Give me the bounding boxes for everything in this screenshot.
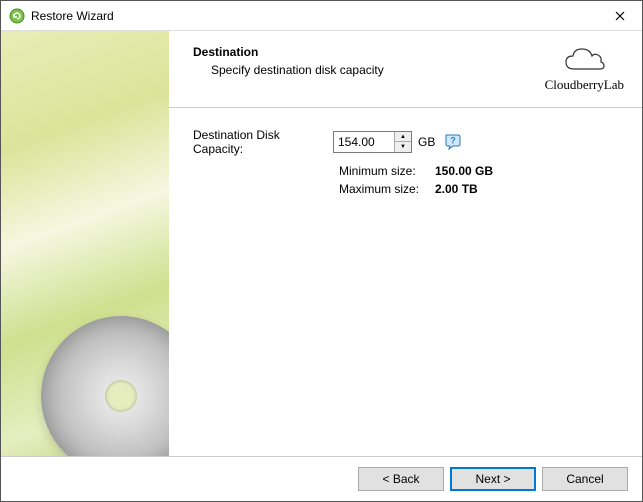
help-icon: ? [444,133,462,151]
form-area: Destination Disk Capacity: ▲ ▼ GB ? [169,108,642,216]
min-size-label: Minimum size: [339,164,435,178]
brand-name: CloudberryLab [545,77,624,93]
spin-down-button[interactable]: ▼ [395,142,411,152]
capacity-spinner: ▲ ▼ [333,131,412,153]
app-icon [9,8,25,24]
close-button[interactable] [597,1,642,31]
capacity-unit: GB [418,135,435,149]
content-header: Destination Specify destination disk cap… [169,31,642,101]
max-size-value: 2.00 TB [435,182,478,196]
brand-block: CloudberryLab [545,45,624,93]
wizard-footer: < Back Next > Cancel [1,456,642,501]
svg-text:?: ? [451,136,457,146]
window-title: Restore Wizard [31,9,597,23]
max-size-label: Maximum size: [339,182,435,196]
max-size-row: Maximum size: 2.00 TB [339,182,618,196]
cancel-button[interactable]: Cancel [542,467,628,491]
disc-graphic [41,316,169,456]
capacity-input[interactable] [334,132,394,152]
back-button[interactable]: < Back [358,467,444,491]
restore-wizard-window: Restore Wizard Destination Specify desti… [0,0,643,502]
wizard-content: Destination Specify destination disk cap… [169,31,642,456]
min-size-row: Minimum size: 150.00 GB [339,164,618,178]
wizard-body: Destination Specify destination disk cap… [1,31,642,456]
next-button[interactable]: Next > [450,467,536,491]
capacity-row: Destination Disk Capacity: ▲ ▼ GB ? [193,128,618,156]
min-size-value: 150.00 GB [435,164,493,178]
cloud-icon [562,45,606,75]
page-title: Destination [193,45,545,59]
spin-up-button[interactable]: ▲ [395,132,411,142]
page-subtitle: Specify destination disk capacity [211,63,545,77]
wizard-sidebar [1,31,169,456]
help-button[interactable]: ? [443,132,463,152]
header-text: Destination Specify destination disk cap… [193,45,545,93]
capacity-label: Destination Disk Capacity: [193,128,333,156]
titlebar: Restore Wizard [1,1,642,31]
close-icon [615,11,625,21]
